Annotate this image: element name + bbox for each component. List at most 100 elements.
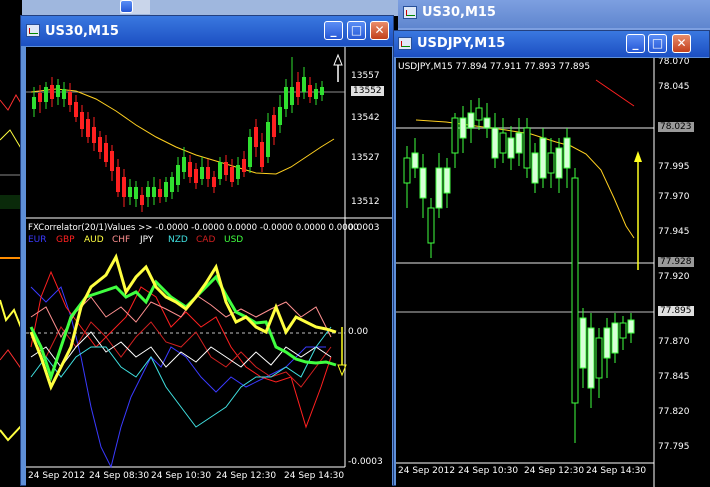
us30-window[interactable]: US30,M15 _ □ ✕ 13557 13552 13542 13527 13512 [20, 15, 394, 487]
candle [302, 67, 306, 99]
candle [443, 158, 451, 208]
candle [200, 157, 204, 185]
time-tick-label: 24 Sep 14:30 [586, 466, 647, 476]
white-arrow-head [333, 53, 343, 66]
price-tick-label: 13542 [351, 113, 380, 123]
candle [411, 138, 419, 178]
time-tick-label: 24 Sep 12:30 [524, 466, 585, 476]
candle [523, 118, 531, 178]
candle [499, 118, 507, 163]
candle [571, 168, 579, 443]
candle [603, 318, 611, 378]
window-title: USDJPY,M15 [417, 36, 506, 51]
candle [254, 119, 258, 157]
candle [451, 113, 459, 168]
candle [38, 85, 42, 113]
candle [110, 145, 114, 181]
candle [555, 138, 563, 193]
candle [164, 177, 168, 202]
price-tick-label: 77.895 [658, 306, 694, 316]
candle [182, 147, 186, 179]
price-tick-label: 13552 [351, 86, 384, 96]
candle [314, 83, 318, 105]
legend-item-aud: AUD [84, 235, 104, 245]
time-tick-label: 24 Sep 2012 [398, 466, 456, 476]
minimize-button[interactable]: _ [324, 21, 343, 40]
close-button[interactable]: ✕ [672, 34, 691, 53]
candle [278, 95, 282, 133]
minimized-window-buttons [120, 0, 150, 14]
price-tick-label: 77.845 [658, 372, 690, 382]
candle [206, 159, 210, 187]
candle [176, 157, 180, 192]
candle [427, 198, 435, 258]
indicator-tick-label: 0.00 [348, 327, 369, 337]
candle [194, 163, 198, 189]
candle [146, 181, 150, 207]
candle [170, 172, 174, 199]
candle [587, 313, 595, 408]
yellow-arrow-head [634, 151, 642, 162]
indicator-tick-label: 0.0003 [348, 223, 380, 233]
candle [158, 179, 162, 203]
price-tick-label: 77.928 [658, 257, 694, 267]
usdjpy-candles [403, 98, 635, 443]
price-tick-label: 13557 [351, 71, 380, 81]
candle [290, 57, 294, 113]
candle [435, 153, 443, 218]
candle [230, 159, 234, 187]
usdjpy-chart-area[interactable]: USDJPY,M15 77.894 77.911 77.893 77.895 7… [396, 58, 710, 487]
price-tick-label: 78.070 [658, 58, 690, 67]
candle [491, 113, 499, 168]
maximize-button[interactable]: □ [347, 21, 366, 40]
price-tick-label: 78.045 [658, 82, 690, 92]
candle [140, 187, 144, 212]
minimize-button[interactable]: _ [626, 34, 645, 53]
left-background-lines [0, 93, 22, 442]
candle [98, 131, 102, 159]
legend-item-usd: USD [224, 235, 244, 245]
correlation-line [29, 253, 337, 391]
candle [611, 313, 619, 363]
usdjpy-window[interactable]: USDJPY,M15 _ □ ✕ USDJPY,M15 77.894 77.91… [392, 30, 710, 487]
candle [475, 98, 483, 130]
legend-item-chf: CHF [112, 235, 131, 245]
window-title: US30,M15 [422, 5, 496, 20]
price-tick-label: 77.995 [658, 162, 690, 172]
min-restore-button[interactable] [120, 0, 133, 13]
candle [62, 82, 66, 107]
candle [419, 154, 427, 218]
candle [459, 106, 467, 153]
us30-chart-area[interactable]: 13557 13552 13542 13527 13512 FXCorrelator(2… [26, 47, 392, 487]
candle [74, 95, 78, 122]
candle [296, 72, 300, 105]
maximize-button[interactable]: □ [648, 34, 667, 53]
candle [284, 79, 288, 117]
candle [266, 113, 270, 163]
candle [248, 129, 252, 173]
time-tick-label: 24 Sep 10:30 [151, 471, 212, 481]
candle [86, 112, 90, 143]
us30-chart[interactable] [26, 47, 392, 487]
time-tick-label: 24 Sep 2012 [28, 471, 86, 481]
price-tick-label: 77.870 [658, 337, 690, 347]
candle [579, 308, 587, 388]
correlation-line [30, 326, 332, 428]
price-tick-label: 13527 [351, 153, 380, 163]
window-title: US30,M15 [45, 24, 119, 39]
price-tick-label: 77.920 [658, 272, 690, 282]
candle [188, 155, 192, 183]
candle [116, 159, 120, 197]
legend-item-gbp: GBP [56, 235, 75, 245]
indicator-tick-label: -0.0003 [348, 457, 383, 467]
candle [92, 117, 96, 151]
candle [134, 181, 138, 207]
time-tick-label: 24 Sep 14:30 [284, 471, 345, 481]
chart-window-icon [403, 6, 417, 19]
candle [619, 316, 627, 350]
candle [50, 77, 54, 107]
us30-candles [32, 57, 324, 212]
close-button[interactable]: ✕ [370, 21, 389, 40]
candle [507, 126, 515, 170]
candle [260, 133, 264, 172]
